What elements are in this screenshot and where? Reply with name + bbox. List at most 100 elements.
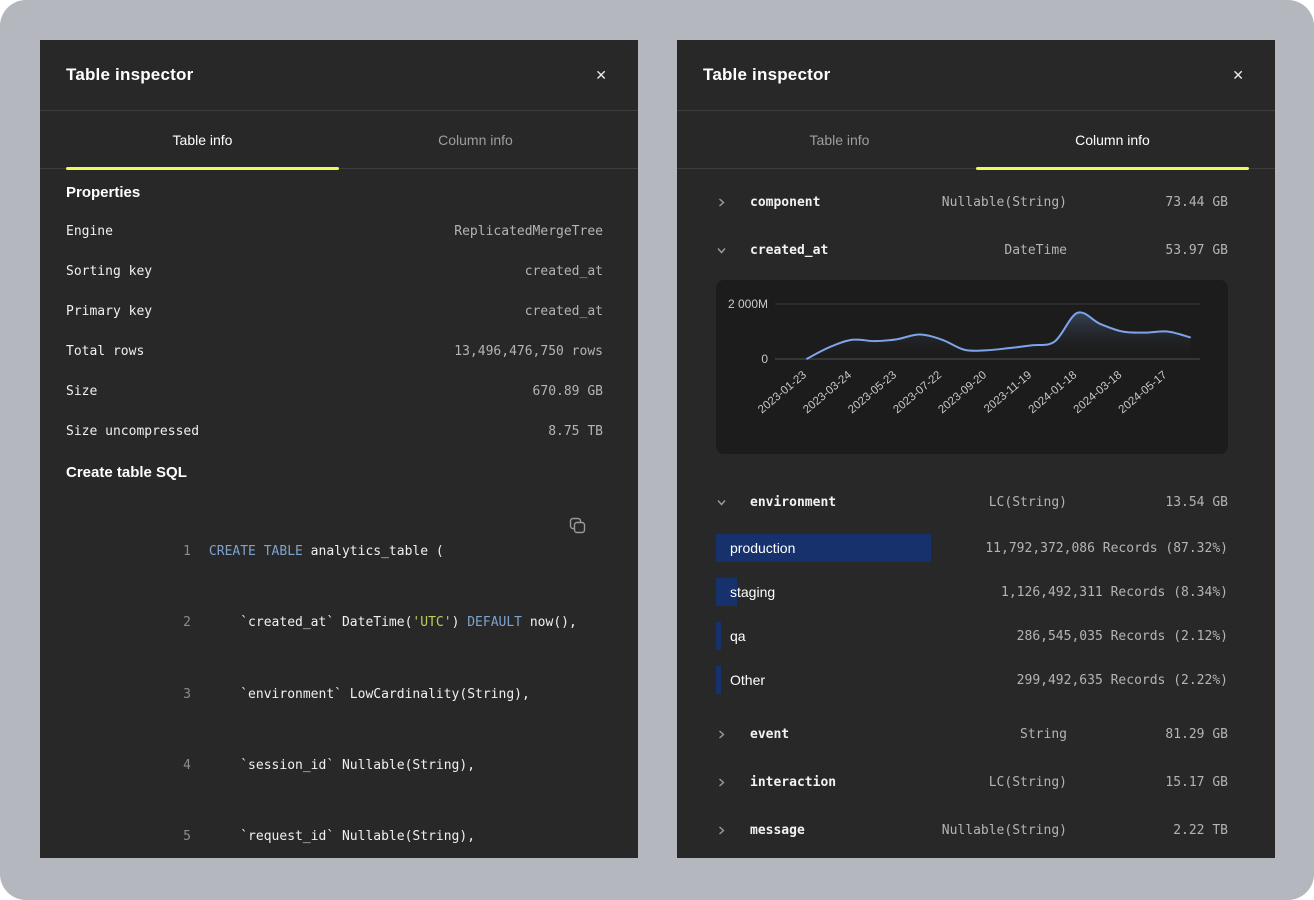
tab-bar: Table info Column info [40, 111, 638, 169]
sql-code-block: 1 CREATE TABLE analytics_table ( 2 `creat… [40, 516, 638, 858]
tab-column-info[interactable]: Column info [339, 111, 612, 168]
create-table-sql-heading: Create table SQL [66, 462, 612, 484]
property-row: Sorting key created_at [40, 251, 638, 291]
distribution-label: production [730, 534, 795, 562]
dialog-title: Table inspector [66, 65, 193, 85]
column-row-message[interactable]: message Nullable(String) 2.22 TB [677, 806, 1275, 854]
column-type: DateTime [1004, 243, 1067, 258]
property-value: created_at [525, 304, 603, 319]
distribution-row: staging 1,126,492,311 Records (8.34%) [677, 570, 1275, 614]
svg-text:2023-05-23: 2023-05-23 [846, 369, 899, 416]
column-row-interaction[interactable]: interaction LC(String) 15.17 GB [677, 758, 1275, 806]
column-row-component[interactable]: component Nullable(String) 73.44 GB [677, 178, 1275, 226]
distribution-bar-track: Other [716, 666, 962, 694]
sql-code-line: 5 `request_id` Nullable(String), [40, 802, 638, 858]
svg-text:2023-03-24: 2023-03-24 [801, 369, 854, 416]
properties-list: Engine ReplicatedMergeTree Sorting key c… [40, 211, 638, 451]
dialog-header: Table inspector ✕ [40, 40, 638, 111]
dialog-title: Table inspector [703, 65, 830, 85]
sql-code-line: 4 `session_id` Nullable(String), [40, 730, 638, 801]
property-row: Engine ReplicatedMergeTree [40, 211, 638, 251]
environment-distribution: production 11,792,372,086 Records (87.32… [677, 526, 1275, 702]
svg-text:2023-07-22: 2023-07-22 [891, 369, 944, 416]
column-type: Nullable(String) [942, 823, 1067, 838]
column-name: created_at [750, 243, 828, 258]
column-row-created-at[interactable]: created_at DateTime 53.97 GB [677, 226, 1275, 274]
property-value: created_at [525, 264, 603, 279]
chevron-down-icon [716, 497, 727, 508]
table-inspector-dialog-column-info: Table inspector ✕ Table info Column info… [677, 40, 1275, 858]
close-icon[interactable]: ✕ [1228, 64, 1248, 86]
tab-table-info[interactable]: Table info [703, 111, 976, 168]
sql-code-lines: 1 CREATE TABLE analytics_table ( 2 `creat… [40, 516, 638, 858]
distribution-row: Other 299,492,635 Records (2.22%) [677, 658, 1275, 702]
svg-text:0: 0 [761, 352, 768, 366]
column-name: event [750, 727, 789, 742]
chevron-right-icon [716, 729, 727, 740]
created-at-trend-chart: 2 000M02023-01-232023-03-242023-05-23202… [716, 280, 1228, 454]
sql-code-text: `request_id` Nullable(String), [209, 829, 475, 844]
close-icon[interactable]: ✕ [591, 64, 611, 86]
table-inspector-dialog-table-info: Table inspector ✕ Table info Column info… [40, 40, 638, 858]
property-row: Total rows 13,496,476,750 rows [40, 331, 638, 371]
column-row-event[interactable]: event String 81.29 GB [677, 710, 1275, 758]
distribution-records: 299,492,635 Records (2.22%) [1017, 673, 1228, 688]
svg-text:2024-03-18: 2024-03-18 [1072, 369, 1125, 416]
column-size: 53.97 GB [1165, 243, 1228, 258]
distribution-row: production 11,792,372,086 Records (87.32… [677, 526, 1275, 570]
property-value: 670.89 GB [533, 384, 603, 399]
column-name: component [750, 195, 820, 210]
svg-text:2024-01-18: 2024-01-18 [1027, 369, 1080, 416]
chevron-right-icon [716, 777, 727, 788]
distribution-label: Other [730, 666, 765, 694]
column-size: 13.54 GB [1165, 495, 1228, 510]
column-size: 81.29 GB [1165, 727, 1228, 742]
tab-bar: Table info Column info [677, 111, 1275, 169]
line-number: 5 [164, 825, 191, 849]
column-name: environment [750, 495, 836, 510]
remaining-columns: event String 81.29 GB interaction LC(Str… [677, 710, 1275, 854]
distribution-bar [716, 666, 721, 694]
property-value: 8.75 TB [548, 424, 603, 439]
column-size: 2.22 TB [1173, 823, 1228, 838]
svg-text:2024-05-17: 2024-05-17 [1117, 369, 1170, 416]
sql-code-line: 3 `environment` LowCardinality(String), [40, 659, 638, 730]
chevron-right-icon [716, 825, 727, 836]
column-size: 15.17 GB [1165, 775, 1228, 790]
tab-table-info[interactable]: Table info [66, 111, 339, 168]
property-row: Size 670.89 GB [40, 371, 638, 411]
distribution-records: 286,545,035 Records (2.12%) [1017, 629, 1228, 644]
property-row: Primary key created_at [40, 291, 638, 331]
svg-text:2 000M: 2 000M [728, 297, 768, 311]
column-type: LC(String) [989, 775, 1067, 790]
sql-code-text: `environment` LowCardinality(String), [209, 687, 530, 702]
svg-text:2023-11-19: 2023-11-19 [982, 369, 1034, 415]
svg-text:2023-01-23: 2023-01-23 [756, 369, 809, 416]
property-value: ReplicatedMergeTree [454, 224, 603, 239]
column-type: String [1020, 727, 1067, 742]
sql-code-text: `created_at` DateTime('UTC') DEFAULT now… [209, 615, 577, 630]
column-type: Nullable(String) [942, 195, 1067, 210]
line-number: 4 [164, 754, 191, 778]
chevron-right-icon [716, 197, 727, 208]
distribution-bar-track: production [716, 534, 962, 562]
property-value: 13,496,476,750 rows [454, 344, 603, 359]
distribution-label: qa [730, 622, 746, 650]
distribution-bar-track: staging [716, 578, 962, 606]
distribution-bar-track: qa [716, 622, 962, 650]
column-list: component Nullable(String) 73.44 GB crea… [677, 169, 1275, 854]
chevron-down-icon [716, 245, 727, 256]
line-number: 3 [164, 683, 191, 707]
tab-column-info[interactable]: Column info [976, 111, 1249, 168]
sql-code-line: 1 CREATE TABLE analytics_table ( [40, 516, 638, 587]
sql-code-text: CREATE TABLE analytics_table ( [209, 544, 444, 559]
column-row-environment[interactable]: environment LC(String) 13.54 GB [677, 478, 1275, 526]
property-label: Engine [66, 224, 113, 239]
distribution-records: 1,126,492,311 Records (8.34%) [1001, 585, 1228, 600]
line-number: 1 [164, 540, 191, 564]
distribution-row: qa 286,545,035 Records (2.12%) [677, 614, 1275, 658]
column-type: LC(String) [989, 495, 1067, 510]
line-number: 2 [164, 611, 191, 635]
copy-icon[interactable] [566, 514, 588, 536]
property-row: Size uncompressed 8.75 TB [40, 411, 638, 451]
